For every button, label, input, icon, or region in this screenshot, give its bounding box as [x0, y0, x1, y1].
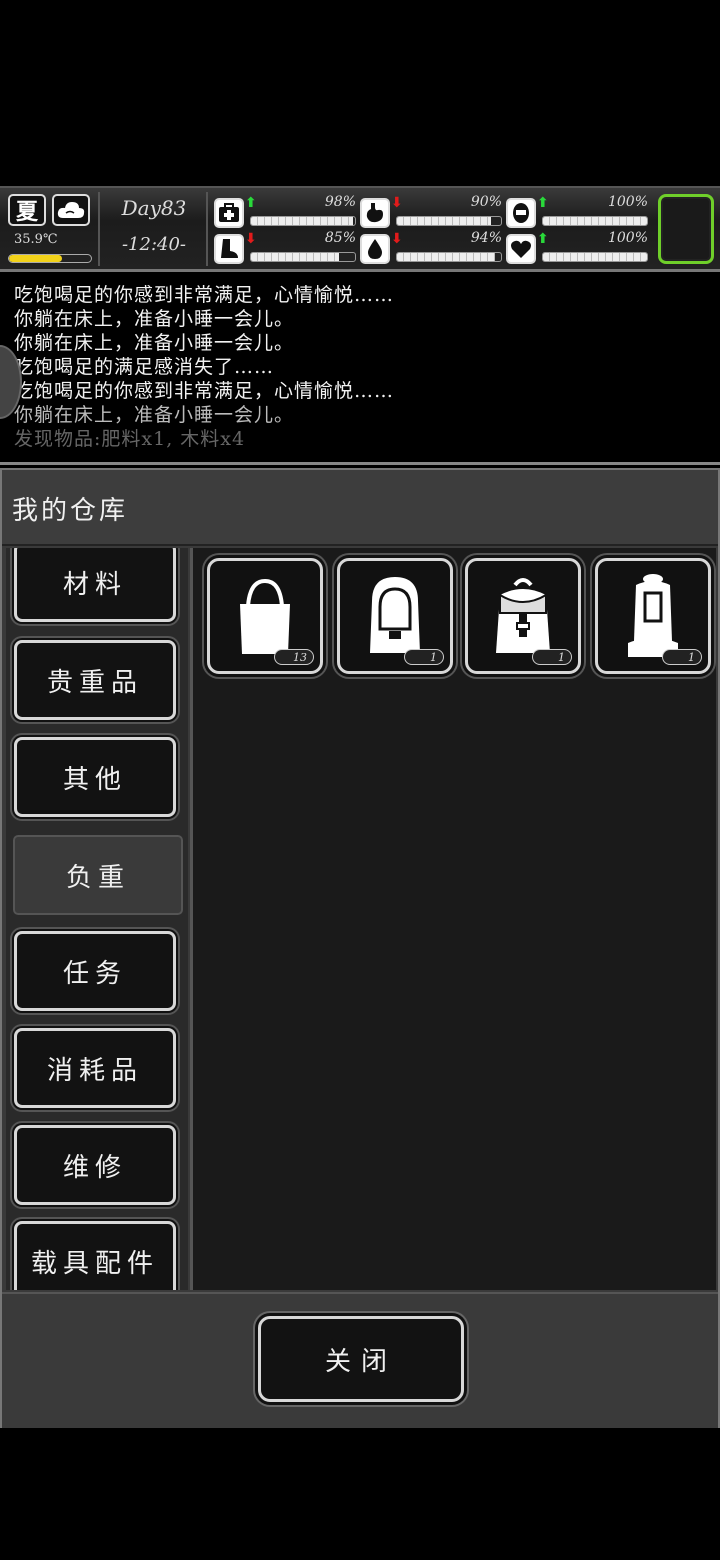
divider	[206, 192, 208, 266]
temperature-text: 35.9℃	[14, 232, 58, 247]
thirst-stat: ⬇ 94%	[360, 230, 502, 264]
stat-bar	[542, 216, 648, 226]
category-button-active[interactable]: 负重	[10, 832, 186, 918]
warehouse-panel: 我的仓库 材料 贵重品 其他 负重 任务 消耗品 维修 载具配件 13 1 1 …	[0, 468, 720, 1428]
stat-value: 90%	[470, 194, 502, 210]
panel-header: 我的仓库	[2, 470, 718, 546]
item-count: 1	[532, 649, 572, 665]
item-count: 13	[274, 649, 314, 665]
category-button[interactable]: 材料	[14, 548, 176, 622]
item-count: 1	[404, 649, 444, 665]
clock-time: -12:40-	[121, 234, 187, 255]
stat-value: 100%	[607, 230, 648, 246]
season-badge: 夏	[8, 194, 46, 226]
health-stat: ⬆ 98%	[214, 194, 356, 228]
school-backpack-icon	[370, 577, 420, 653]
day-counter: Day83	[121, 196, 187, 220]
panel-title: 我的仓库	[12, 496, 129, 526]
status-bar: 夏 35.9℃ Day83 -12:40- ⬆ 98% ⬇ 90% ⬆ 100%	[0, 186, 720, 272]
trend-up-icon: ⬆	[245, 195, 257, 211]
trend-down-icon: ⬇	[391, 195, 403, 211]
log-line: 你躺在床上，准备小睡一会儿。	[14, 332, 295, 354]
temperature-bar	[8, 254, 92, 263]
stat-bar	[250, 252, 356, 262]
heart-stat: ⬆ 100%	[506, 230, 648, 264]
stat-value: 100%	[607, 194, 648, 210]
close-button[interactable]: 关闭	[258, 1316, 464, 1402]
stat-bar	[396, 252, 502, 262]
item-slot[interactable]: 1	[337, 558, 453, 674]
cloudy-weather-icon	[52, 194, 90, 226]
item-grid: 13 1 1 1	[190, 548, 716, 1290]
category-button[interactable]: 载具配件	[14, 1221, 176, 1290]
item-count: 1	[662, 649, 702, 665]
divider	[98, 192, 100, 266]
stat-bar	[250, 216, 356, 226]
category-list[interactable]: 材料 贵重品 其他 负重 任务 消耗品 维修 载具配件	[6, 548, 188, 1290]
stat-value: 94%	[470, 230, 502, 246]
trend-down-icon: ⬇	[245, 231, 257, 247]
stat-value: 98%	[324, 194, 356, 210]
stomach-icon	[360, 198, 390, 228]
trend-up-icon: ⬆	[537, 231, 549, 247]
log-line: 发现物品:肥料x1, 木料x4	[14, 428, 246, 450]
log-line: 吃饱喝足的你感到非常满足，心情愉悦……	[14, 380, 395, 402]
log-line: 吃饱喝足的满足感消失了……	[14, 356, 275, 378]
rucksack-icon	[496, 578, 550, 653]
log-line: 吃饱喝足的你感到非常满足，心情愉悦……	[14, 284, 395, 306]
category-button[interactable]: 消耗品	[14, 1028, 176, 1108]
mood-stat: ⬆ 100%	[506, 194, 648, 228]
stat-value: 85%	[324, 230, 356, 246]
hunger-stat: ⬇ 90%	[360, 194, 502, 228]
equipment-slot[interactable]	[658, 194, 714, 264]
hiking-backpack-icon	[628, 574, 678, 657]
log-line: 你躺在床上，准备小睡一会儿。	[14, 308, 295, 330]
tote-bag-icon	[240, 578, 290, 654]
medkit-icon	[214, 198, 244, 228]
item-slot[interactable]: 1	[465, 558, 581, 674]
category-button[interactable]: 任务	[14, 931, 176, 1011]
trend-down-icon: ⬇	[391, 231, 403, 247]
message-log: 吃饱喝足的你感到非常满足，心情愉悦…… 你躺在床上，准备小睡一会儿。 你躺在床上…	[0, 275, 720, 465]
item-slot[interactable]: 1	[595, 558, 711, 674]
category-button[interactable]: 贵重品	[14, 640, 176, 720]
stamina-stat: ⬇ 85%	[214, 230, 356, 264]
log-line: 你躺在床上，准备小睡一会儿。	[14, 404, 295, 426]
trend-up-icon: ⬆	[537, 195, 549, 211]
water-drop-icon	[360, 234, 390, 264]
category-button[interactable]: 维修	[14, 1125, 176, 1205]
boot-icon	[214, 234, 244, 264]
stat-bar	[396, 216, 502, 226]
stat-bar	[542, 252, 648, 262]
heart-icon	[506, 234, 536, 264]
panel-footer: 关闭	[2, 1292, 718, 1428]
category-button[interactable]: 其他	[14, 737, 176, 817]
mood-icon	[506, 198, 536, 228]
item-slot[interactable]: 13	[207, 558, 323, 674]
